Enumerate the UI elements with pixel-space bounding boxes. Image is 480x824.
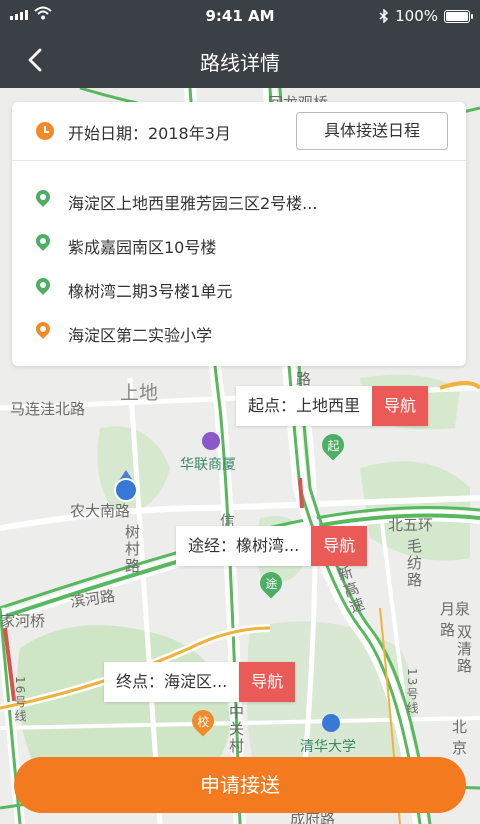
map-label: 上地 xyxy=(120,382,159,404)
battery-icon xyxy=(444,9,473,23)
location-pin-icon xyxy=(33,319,53,339)
school-icon xyxy=(322,714,340,732)
stop-label: 海淀区上地西里雅芳园三区2号楼... xyxy=(68,194,318,213)
poi-hualian[interactable]: 华联商厦 xyxy=(180,432,236,474)
end-navigate-button[interactable]: 导航 xyxy=(239,662,296,702)
map-label: 16号线 xyxy=(13,676,27,724)
map-label: 农大南路 xyxy=(70,502,131,520)
via-navigate-button[interactable]: 导航 xyxy=(311,526,368,566)
start-callout-text: 起点：上地西里 xyxy=(236,386,373,426)
start-callout: 起点：上地西里 导航 xyxy=(236,386,429,426)
map-label: 毛纺路 xyxy=(405,538,423,589)
start-date-label: 开始日期：2018年3月 xyxy=(68,124,231,143)
route-info-card: 开始日期：2018年3月 具体接送日程 海淀区上地西里雅芳园三区2号楼... 紫… xyxy=(12,102,466,366)
map-label: 北京 xyxy=(452,718,468,757)
stop-item: 橡树湾二期3号楼1单元 xyxy=(12,266,466,310)
map-label: 家河桥 xyxy=(0,612,46,630)
end-callout: 终点：海淀区... 导航 xyxy=(104,662,296,702)
map-label: 中关村 xyxy=(227,704,245,755)
via-callout: 途经：橡树湾... 导航 xyxy=(176,526,368,566)
map-label: 北五环 xyxy=(388,516,434,534)
location-pin-icon xyxy=(33,187,53,207)
stop-label: 海淀区第二实验小学 xyxy=(68,326,213,345)
stop-label: 橡树湾二期3号楼1单元 xyxy=(68,282,233,301)
shopping-icon xyxy=(202,432,220,450)
start-date-row: 开始日期：2018年3月 具体接送日程 xyxy=(12,102,466,161)
clock-icon xyxy=(36,122,54,140)
battery-percent: 100% xyxy=(395,7,438,25)
end-callout-text: 终点：海淀区... xyxy=(104,662,240,702)
stop-label: 紫成嘉园南区10号楼 xyxy=(68,238,217,257)
stop-item: 海淀区上地西里雅芳园三区2号楼... xyxy=(12,178,466,222)
via-callout-text: 途经：橡树湾... xyxy=(176,526,312,566)
map-label: 13号线 xyxy=(405,668,419,716)
bluetooth-icon xyxy=(379,9,389,23)
location-pin-icon xyxy=(33,275,53,295)
stop-item: 海淀区第二实验小学 xyxy=(12,310,466,354)
poi-qinghua[interactable]: 清华大学 xyxy=(300,714,356,756)
navigation-bar: 路线详情 xyxy=(0,32,480,88)
start-navigate-button[interactable]: 导航 xyxy=(372,386,429,426)
apply-shuttle-button[interactable]: 申请接送 xyxy=(14,757,466,813)
location-pin-icon xyxy=(33,231,53,251)
map-label: 双清路 xyxy=(455,624,473,675)
stop-item: 紫成嘉园南区10号楼 xyxy=(12,222,466,266)
status-bar: 9:41 AM 100% xyxy=(0,0,480,32)
schedule-button[interactable]: 具体接送日程 xyxy=(296,112,448,150)
map-label: 树村路 xyxy=(123,524,141,575)
page-title: 路线详情 xyxy=(200,51,280,75)
map-label: 马连洼北路 xyxy=(10,400,86,418)
